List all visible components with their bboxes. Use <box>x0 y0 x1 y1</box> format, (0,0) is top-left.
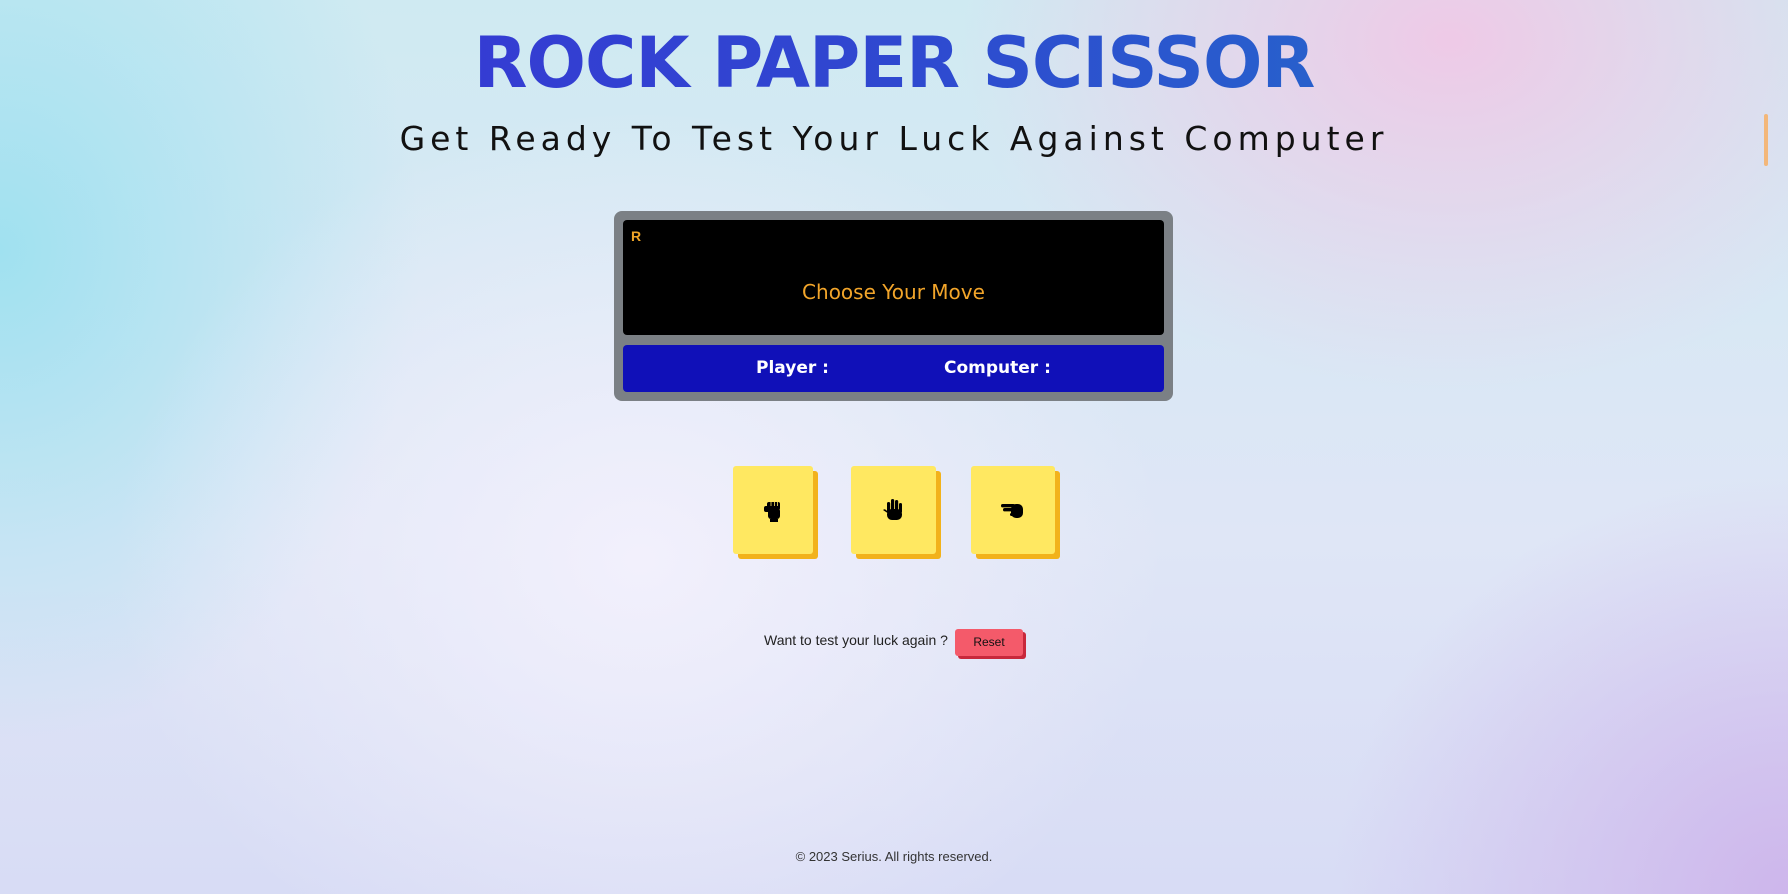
game-board: R Choose Your Move Player : Computer : <box>614 211 1173 401</box>
play-again-prompt: Want to test your luck again ? <box>764 632 948 648</box>
screen-tag: R <box>631 228 642 244</box>
scissors-hand-icon <box>1001 504 1023 518</box>
fist-icon <box>764 502 780 522</box>
player-score-label: Player : <box>756 358 829 378</box>
game-subtitle: Get Ready To Test Your Luck Against Comp… <box>399 119 1389 158</box>
score-bar: Player : Computer : <box>623 345 1164 392</box>
computer-score-label: Computer : <box>944 358 1051 378</box>
footer-copyright: © 2023 Serius. All rights reserved. <box>795 849 993 864</box>
result-screen: R Choose Your Move <box>623 220 1164 335</box>
side-scroll-marker <box>1764 114 1768 166</box>
reset-button[interactable]: Reset <box>955 629 1023 656</box>
status-message: Choose Your Move <box>802 280 985 304</box>
game-title: ROCK PAPER SCISSOR <box>0 18 1788 108</box>
open-hand-icon <box>882 499 902 520</box>
scissor-button[interactable] <box>971 466 1055 554</box>
rock-button[interactable] <box>733 466 813 554</box>
paper-button[interactable] <box>851 466 936 554</box>
